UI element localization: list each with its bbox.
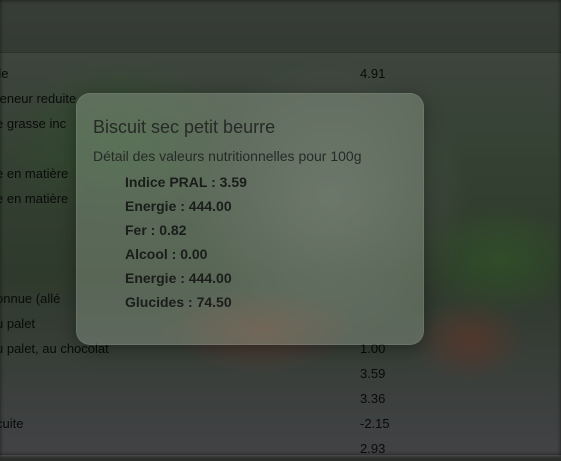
nutrition-value-item: Alcool : 0.00 [125,246,208,262]
popup-subtitle: Détail des valeurs nutritionnelles pour … [93,148,362,164]
nutrition-detail-popup: Biscuit sec petit beurre Détail des vale… [76,93,424,345]
nutrition-value-item: Energie : 444.00 [125,270,232,286]
nutrition-values-list: Indice PRAL : 3.59 Energie : 444.00 Fer … [125,170,247,314]
nutrition-value-item: Indice PRAL : 3.59 [125,174,247,190]
popup-title: Biscuit sec petit beurre [93,117,276,137]
nutrition-value-item: Energie : 444.00 [125,198,232,214]
nutrition-value-item: Glucides : 74.50 [125,294,232,310]
nutrition-value-item: Fer : 0.82 [125,222,187,238]
